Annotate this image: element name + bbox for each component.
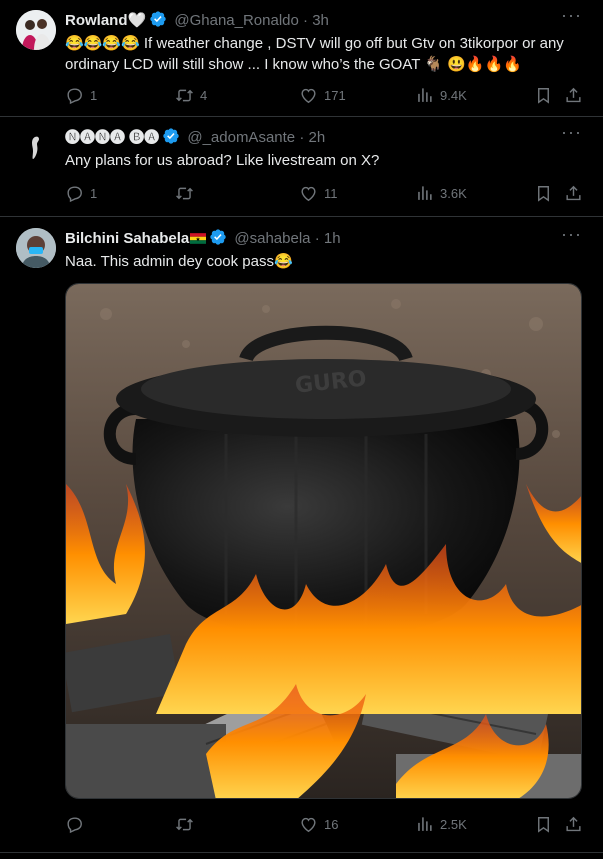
- avatar[interactable]: [16, 10, 56, 50]
- views-button[interactable]: 3.6K: [415, 181, 467, 205]
- like-icon: [299, 815, 318, 834]
- repost-icon: [175, 86, 194, 105]
- reply-button[interactable]: 1: [65, 83, 97, 107]
- share-button[interactable]: [564, 812, 583, 836]
- tweet-text: 😂😂😂😂 If weather change , DSTV will go of…: [65, 33, 587, 75]
- share-icon: [564, 86, 583, 105]
- reply-button[interactable]: [65, 812, 90, 836]
- repost-icon: [175, 184, 194, 203]
- separator-dot: ·: [299, 129, 305, 146]
- handle[interactable]: @_adomAsante: [187, 129, 295, 146]
- action-bar: 16 2.5K: [65, 812, 587, 836]
- action-bar: 1 4 171 9.4K: [65, 83, 587, 107]
- bookmark-icon: [534, 815, 553, 834]
- ghana-flag-icon: [190, 233, 207, 244]
- tweet-text-line: 😂😂😂😂 If weather change , DSTV will go of…: [65, 35, 564, 52]
- more-icon[interactable]: ···: [561, 123, 581, 145]
- like-icon: [299, 86, 318, 105]
- views-icon: [415, 184, 434, 203]
- timestamp[interactable]: 1h: [324, 230, 341, 247]
- tweet-image[interactable]: GURO: [65, 283, 582, 799]
- repost-button[interactable]: [175, 812, 200, 836]
- tweet[interactable]: Bilchini Sahabela @sahabela · 1h ··· Naa…: [0, 217, 603, 853]
- like-count: 171: [324, 87, 346, 103]
- like-button[interactable]: 11: [299, 181, 338, 205]
- bookmark-button[interactable]: [534, 812, 553, 836]
- verified-icon: [162, 127, 180, 145]
- repost-button[interactable]: 4: [175, 83, 207, 107]
- verified-icon: [149, 10, 167, 28]
- display-name[interactable]: Rowland🤍: [65, 12, 146, 29]
- avatar[interactable]: [16, 127, 56, 167]
- tweet-header: Rowland🤍 @Ghana_Ronaldo · 3h: [65, 10, 563, 31]
- share-icon: [564, 184, 583, 203]
- tweet-header: 🅝🅐🅝🅐 🅑🅐 @_adomAsante · 2h: [65, 127, 563, 148]
- timestamp[interactable]: 2h: [308, 129, 325, 146]
- share-button[interactable]: [564, 181, 583, 205]
- reply-icon: [65, 86, 84, 105]
- like-button[interactable]: 16: [299, 812, 338, 836]
- more-icon[interactable]: ···: [561, 6, 581, 28]
- bookmark-button[interactable]: [534, 83, 553, 107]
- like-count: 11: [324, 185, 338, 201]
- view-count: 9.4K: [440, 87, 467, 103]
- avatar[interactable]: [16, 228, 56, 268]
- bookmark-icon: [534, 184, 553, 203]
- share-button[interactable]: [564, 83, 583, 107]
- repost-icon: [175, 815, 194, 834]
- like-button[interactable]: 171: [299, 83, 346, 107]
- tweet-text: Naa. This admin dey cook pass😂: [65, 251, 587, 272]
- separator-dot: ·: [303, 12, 309, 29]
- view-count: 3.6K: [440, 185, 467, 201]
- separator-dot: ·: [314, 230, 320, 247]
- tweet-text-line: ordinary LCD will still show ... I know …: [65, 56, 522, 73]
- reply-count: 1: [90, 185, 98, 201]
- repost-count: 4: [200, 87, 208, 103]
- repost-button[interactable]: [175, 181, 200, 205]
- bookmark-icon: [534, 86, 553, 105]
- reply-icon: [65, 815, 84, 834]
- views-icon: [415, 86, 434, 105]
- reply-icon: [65, 184, 84, 203]
- bookmark-button[interactable]: [534, 181, 553, 205]
- cooking-pot-photo: GURO: [66, 284, 581, 798]
- tweet-text: Any plans for us abroad? Like livestream…: [65, 150, 587, 171]
- share-icon: [564, 815, 583, 834]
- tweet-text-line: Any plans for us abroad? Like livestream…: [65, 152, 380, 169]
- tweet-header: Bilchini Sahabela @sahabela · 1h: [65, 228, 563, 249]
- display-name[interactable]: Bilchini Sahabela: [65, 230, 189, 247]
- tweet[interactable]: Rowland🤍 @Ghana_Ronaldo · 3h ··· 😂😂😂😂 If…: [0, 0, 603, 117]
- tweet[interactable]: 🅝🅐🅝🅐 🅑🅐 @_adomAsante · 2h ··· Any plans …: [0, 117, 603, 217]
- timestamp[interactable]: 3h: [312, 12, 329, 29]
- handle[interactable]: @sahabela: [234, 230, 310, 247]
- reply-count: 1: [90, 87, 98, 103]
- views-button[interactable]: 2.5K: [415, 812, 467, 836]
- views-button[interactable]: 9.4K: [415, 83, 467, 107]
- views-icon: [415, 815, 434, 834]
- display-name[interactable]: 🅝🅐🅝🅐 🅑🅐: [65, 129, 159, 146]
- tweet-text-line: Naa. This admin dey cook pass😂: [65, 253, 293, 270]
- view-count: 2.5K: [440, 816, 467, 832]
- like-count: 16: [324, 816, 339, 832]
- like-icon: [299, 184, 318, 203]
- handle[interactable]: @Ghana_Ronaldo: [174, 12, 298, 29]
- more-icon[interactable]: ···: [561, 225, 581, 247]
- action-bar: 1 11 3.6K: [65, 181, 587, 205]
- reply-button[interactable]: 1: [65, 181, 97, 205]
- verified-icon: [209, 228, 227, 246]
